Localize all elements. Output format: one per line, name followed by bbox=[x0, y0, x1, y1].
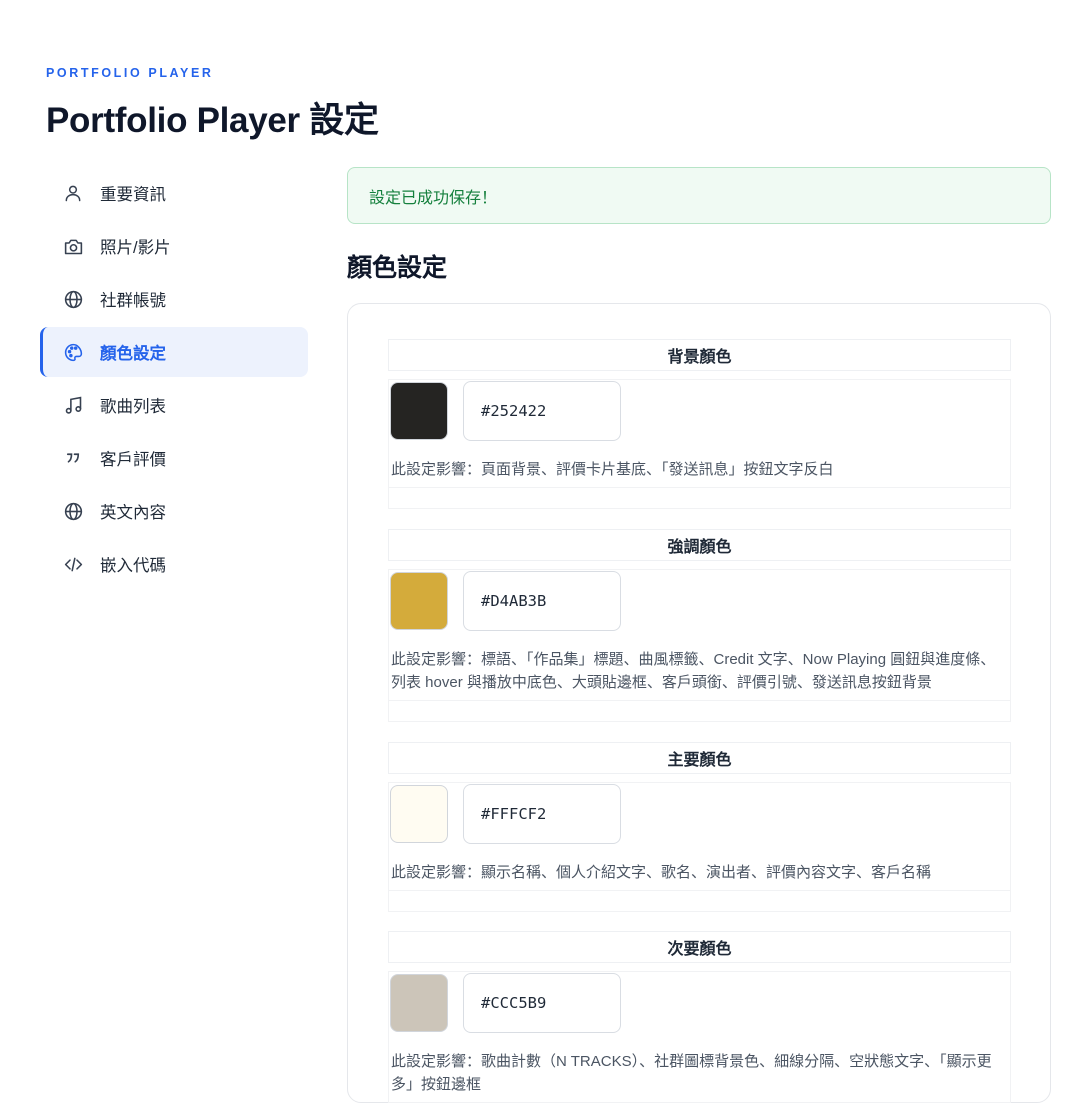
app-eyebrow: PORTFOLIO PLAYER bbox=[46, 66, 214, 80]
group-divider bbox=[388, 891, 1011, 912]
color-description: 此設定影響：頁面背景、評價卡片基底、「發送訊息」按鈕文字反白 bbox=[391, 461, 834, 478]
color-group-body: 此設定影響：頁面背景、評價卡片基底、「發送訊息」按鈕文字反白 bbox=[388, 379, 1011, 488]
globe-icon bbox=[62, 500, 84, 522]
success-alert: 設定已成功保存！ bbox=[347, 167, 1051, 224]
quote-icon bbox=[62, 447, 84, 469]
color-group-title: 次要顏色 bbox=[388, 931, 1011, 963]
user-icon bbox=[62, 182, 84, 204]
sidebar-item-label: 嵌入代碼 bbox=[100, 557, 166, 575]
sidebar-item-song-list[interactable]: 歌曲列表 bbox=[40, 380, 308, 430]
color-group-title: 強調顏色 bbox=[388, 529, 1011, 561]
music-note-icon bbox=[62, 394, 84, 416]
hex-color-input[interactable] bbox=[463, 571, 621, 631]
color-group-body: 此設定影響：歌曲計數（N TRACKS）、社群圖標背景色、細線分隔、空狀態文字、… bbox=[388, 971, 1011, 1103]
color-description: 此設定影響：標語、「作品集」標題、曲風標籤、Credit 文字、Now Play… bbox=[391, 651, 996, 691]
group-divider bbox=[388, 701, 1011, 722]
sidebar-item-label: 照片/影片 bbox=[100, 239, 171, 257]
globe-icon bbox=[62, 288, 84, 310]
sidebar-item-label: 顏色設定 bbox=[100, 345, 166, 363]
section-title: 顏色設定 bbox=[347, 254, 448, 282]
sidebar-item-label: 英文內容 bbox=[100, 504, 166, 522]
color-group-secondary: 次要顏色 此設定影響：歌曲計數（N TRACKS）、社群圖標背景色、細線分隔、空… bbox=[388, 931, 1011, 1103]
sidebar-item-label: 歌曲列表 bbox=[100, 398, 166, 416]
sidebar-item-color-settings[interactable]: 顏色設定 bbox=[40, 327, 308, 377]
code-icon bbox=[62, 553, 84, 575]
color-group-accent: 強調顏色 此設定影響：標語、「作品集」標題、曲風標籤、Credit 文字、Now… bbox=[388, 529, 1011, 722]
color-settings-card: 背景顏色 此設定影響：頁面背景、評價卡片基底、「發送訊息」按鈕文字反白 強調顏色… bbox=[347, 303, 1051, 1103]
color-group-primary: 主要顏色 此設定影響：顯示名稱、個人介紹文字、歌名、演出者、評價內容文字、客戶名… bbox=[388, 742, 1011, 912]
color-group-background: 背景顏色 此設定影響：頁面背景、評價卡片基底、「發送訊息」按鈕文字反白 bbox=[388, 339, 1011, 509]
hex-color-input[interactable] bbox=[463, 784, 621, 844]
sidebar-item-label: 社群帳號 bbox=[100, 292, 166, 310]
color-description: 此設定影響：歌曲計數（N TRACKS）、社群圖標背景色、細線分隔、空狀態文字、… bbox=[391, 1053, 992, 1093]
color-group-title: 背景顏色 bbox=[388, 339, 1011, 371]
color-group-body: 此設定影響：顯示名稱、個人介紹文字、歌名、演出者、評價內容文字、客戶名稱 bbox=[388, 782, 1011, 891]
color-swatch[interactable] bbox=[390, 572, 448, 630]
sidebar-item-client-reviews[interactable]: 客戶評價 bbox=[40, 433, 308, 483]
color-swatch[interactable] bbox=[390, 785, 448, 843]
hex-color-input[interactable] bbox=[463, 973, 621, 1033]
sidebar-item-english-content[interactable]: 英文內容 bbox=[40, 486, 308, 536]
color-swatch[interactable] bbox=[390, 382, 448, 440]
color-swatch[interactable] bbox=[390, 974, 448, 1032]
sidebar-item-social-accounts[interactable]: 社群帳號 bbox=[40, 274, 308, 324]
color-group-body: 此設定影響：標語、「作品集」標題、曲風標籤、Credit 文字、Now Play… bbox=[388, 569, 1011, 701]
camera-icon bbox=[62, 235, 84, 257]
color-description: 此設定影響：顯示名稱、個人介紹文字、歌名、演出者、評價內容文字、客戶名稱 bbox=[391, 864, 932, 881]
palette-icon bbox=[62, 341, 84, 363]
page-title: Portfolio Player 設定 bbox=[46, 101, 379, 140]
sidebar-item-important-info[interactable]: 重要資訊 bbox=[40, 168, 308, 218]
sidebar-item-photos-videos[interactable]: 照片/影片 bbox=[40, 221, 308, 271]
sidebar-item-embed-code[interactable]: 嵌入代碼 bbox=[40, 539, 308, 589]
color-group-title: 主要顏色 bbox=[388, 742, 1011, 774]
group-divider bbox=[388, 488, 1011, 509]
sidebar-item-label: 重要資訊 bbox=[100, 186, 166, 204]
sidebar-item-label: 客戶評價 bbox=[100, 451, 166, 469]
sidebar-nav: 重要資訊 照片/影片 社群帳號 顏色設定 歌曲列表 客戶評價 英文內容 嵌入代碼 bbox=[40, 168, 308, 592]
hex-color-input[interactable] bbox=[463, 381, 621, 441]
